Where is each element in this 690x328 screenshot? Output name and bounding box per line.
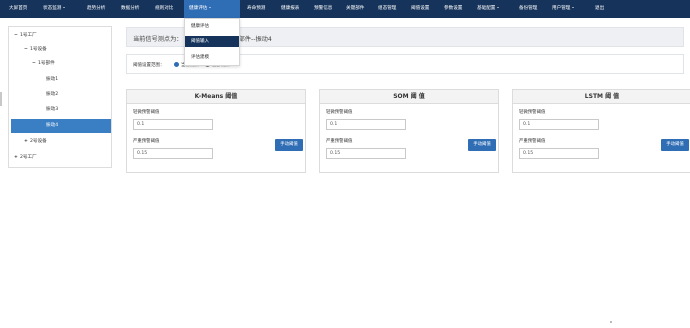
caret-down-icon (497, 7, 500, 8)
nav-item-health-report[interactable]: 健康报表 (281, 0, 299, 18)
health-assessment-dropdown: 健康评估 阈值输入 评估建模 (184, 18, 240, 66)
nav-item-user-management[interactable]: 用户管理 (552, 0, 575, 18)
threshold-range-label: 阈值设置范围： (133, 63, 165, 68)
nav-item-trend-analysis[interactable]: 趋势分析 (87, 0, 105, 18)
severe-warning-label: 严重预警阈值 (326, 139, 353, 144)
severe-warning-input[interactable]: 0.15 (133, 148, 213, 159)
nav-label: 数据分析 (121, 6, 140, 11)
nav-label: 阈值设置 (411, 6, 430, 11)
minor-warning-label: 轻微预警阈值 (519, 110, 546, 115)
panel-lstm-threshold: LSTM 阈 值 轻微预警阈值 0.1 严重预警阈值 0.15 手动阈值 (512, 89, 690, 173)
minor-warning-label: 轻微预警阈值 (133, 110, 160, 115)
minor-warning-label: 轻微预警阈值 (326, 110, 353, 115)
tree-node-label: 振动4 (46, 123, 59, 128)
current-point-prefix: 当前信号测点为： (133, 36, 183, 43)
tree-node-device-1[interactable]: −1号设备 (11, 43, 111, 57)
nav-label: 组态管理 (378, 6, 397, 11)
nav-item-life-prediction[interactable]: 寿命预测 (247, 0, 265, 18)
minor-warning-input[interactable]: 0.1 (326, 119, 406, 130)
severe-warning-label: 严重预警阈值 (519, 139, 546, 144)
panel-title: LSTM 阈 值 (513, 90, 690, 104)
dropdown-item-assessment-modeling[interactable]: 评估建模 (185, 52, 239, 63)
nav-item-dashboard[interactable]: 大屏首页 (9, 0, 27, 18)
nav-label: 寿命预测 (247, 6, 266, 11)
nav-item-logout[interactable]: 退出 (595, 0, 604, 18)
minor-warning-input[interactable]: 0.1 (133, 119, 213, 130)
tree-node-vibration-1[interactable]: 振动1 (11, 73, 111, 87)
nav-label: 关键部件 (346, 6, 365, 11)
panel-title: K-Means 阈值 (127, 90, 305, 104)
nav-label: 预警信息 (314, 6, 333, 11)
tree-node-device-2[interactable]: +2号设备 (11, 135, 111, 149)
panel-title: SOM 阈 值 (320, 90, 498, 104)
nav-item-data-analysis[interactable]: 数据分析 (121, 0, 139, 18)
severe-warning-input[interactable]: 0.15 (326, 148, 406, 159)
caret-down-icon (572, 7, 575, 8)
nav-item-rule-compare[interactable]: 规则对比 (155, 0, 173, 18)
nav-item-key-components[interactable]: 关键部件 (346, 0, 364, 18)
nav-label: 趋势分析 (87, 6, 106, 11)
caret-down-icon (209, 7, 212, 8)
nav-item-parameter-settings[interactable]: 参数设置 (444, 0, 462, 18)
resize-dot (610, 321, 612, 323)
nav-item-backup[interactable]: 备份管理 (519, 0, 537, 18)
nav-label: 健康评估 (189, 6, 208, 11)
severe-warning-input[interactable]: 0.15 (519, 148, 599, 159)
tree-node-label: 2号工厂 (20, 155, 37, 160)
tree-node-vibration-4[interactable]: 振动4 (11, 119, 111, 133)
severe-warning-label: 严重预警阈值 (133, 139, 160, 144)
dropdown-item-threshold-input[interactable]: 阈值输入 (185, 36, 239, 47)
tree-node-label: 1号设备 (30, 47, 47, 52)
nav-item-warning-info[interactable]: 预警信息 (314, 0, 332, 18)
panel-kmeans-threshold: K-Means 阈值 轻微预警阈值 0.1 严重预警阈值 0.15 手动阈值 (126, 89, 306, 173)
tree-node-label: 振动3 (46, 107, 59, 112)
manual-threshold-button[interactable]: 手动阈值 (468, 139, 496, 151)
nav-item-health-assessment[interactable]: 健康评估 (184, 0, 240, 18)
caret-down-icon (63, 7, 66, 8)
radio-current-point[interactable] (174, 62, 179, 67)
dropdown-item-health-assessment[interactable]: 健康评估 (185, 21, 239, 32)
minor-warning-input[interactable]: 0.1 (519, 119, 599, 130)
tree-node-label: 振动2 (46, 92, 59, 97)
nav-item-basic-config[interactable]: 基础配置 (477, 0, 500, 18)
panel-som-threshold: SOM 阈 值 轻微预警阈值 0.1 严重预警阈值 0.15 手动阈值 (319, 89, 499, 173)
nav-label: 用户管理 (552, 6, 571, 11)
tree-node-factory-2[interactable]: +2号工厂 (11, 151, 111, 165)
nav-item-configuration[interactable]: 组态管理 (378, 0, 396, 18)
nav-label: 状态监测 (43, 6, 62, 11)
tree-node-vibration-3[interactable]: 振动3 (11, 103, 111, 117)
nav-label: 退出 (595, 6, 605, 11)
nav-label: 健康报表 (281, 6, 300, 11)
manual-threshold-button[interactable]: 手动阈值 (661, 139, 689, 151)
nav-label: 备份管理 (519, 6, 538, 11)
manual-threshold-button[interactable]: 手动阈值 (275, 139, 303, 151)
tree-node-component-1[interactable]: −1号部件 (11, 57, 111, 71)
nav-item-threshold-settings[interactable]: 阈值设置 (411, 0, 429, 18)
tree-node-vibration-2[interactable]: 振动2 (11, 88, 111, 102)
nav-label: 规则对比 (155, 6, 174, 11)
tree-node-label: 振动1 (46, 77, 59, 82)
left-edge-tab[interactable] (0, 92, 2, 106)
nav-label: 基础配置 (477, 6, 496, 11)
tree-node-label: 1号工厂 (20, 33, 37, 38)
nav-item-status-monitoring[interactable]: 状态监测 (43, 0, 66, 18)
device-tree: −1号工厂 −1号设备 −1号部件 振动1 振动2 振动3 振动4 +2号设备 … (8, 26, 112, 168)
top-navbar: 大屏首页 状态监测 趋势分析 数据分析 规则对比 健康评估 寿命预测 健康报表 … (0, 0, 690, 18)
nav-label: 大屏首页 (9, 6, 28, 11)
tree-node-factory-1[interactable]: −1号工厂 (11, 29, 111, 43)
tree-node-label: 1号部件 (38, 61, 55, 66)
nav-label: 参数设置 (444, 6, 463, 11)
tree-node-label: 2号设备 (30, 139, 47, 144)
